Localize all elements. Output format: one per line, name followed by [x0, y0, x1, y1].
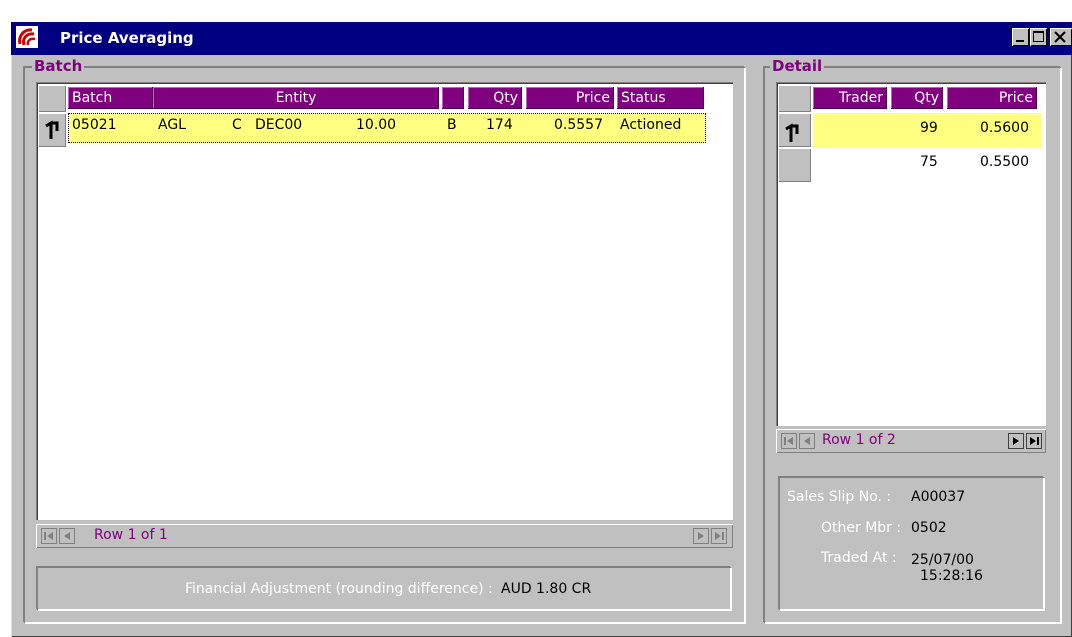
- minimize-icon: [1016, 40, 1024, 42]
- batch-cell-code: AGL: [158, 117, 186, 133]
- detail-record-navigator: Row 1 of 2: [776, 429, 1046, 453]
- detail-col-header-price[interactable]: Price: [947, 87, 1037, 109]
- batch-cell-qty: 174: [486, 117, 513, 133]
- next-record-icon: [1008, 433, 1024, 449]
- detail-cell-price: 0.5500: [980, 154, 1029, 170]
- prev-record-icon: [799, 433, 815, 449]
- batch-col-header-price[interactable]: Price: [526, 87, 614, 109]
- batch-row-selector[interactable]: [38, 113, 66, 147]
- traded-at-label: Traded At :: [821, 550, 897, 566]
- batch-col-header-status[interactable]: Status: [617, 87, 704, 109]
- close-icon: [1054, 31, 1066, 43]
- batch-corner-cell: [38, 85, 66, 112]
- batch-cell-type: C: [232, 117, 242, 133]
- first-record-icon: [41, 528, 57, 544]
- batch-row-indicator: Row 1 of 1: [94, 527, 168, 543]
- close-button[interactable]: [1050, 28, 1072, 46]
- detail-col-header-qty[interactable]: Qty: [891, 87, 943, 109]
- batch-cell-side: B: [447, 117, 457, 133]
- financial-adjustment-panel: Financial Adjustment (rounding differenc…: [37, 567, 731, 610]
- first-record-button[interactable]: [781, 433, 797, 449]
- window-title: Price Averaging: [60, 29, 194, 47]
- last-record-icon: [711, 528, 727, 544]
- detail-row-selector-1[interactable]: [778, 113, 811, 147]
- financial-adjustment-value: AUD 1.80 CR: [501, 581, 592, 597]
- batch-cell-price: 0.5557: [554, 117, 603, 133]
- detail-col-header-trader[interactable]: Trader: [813, 87, 887, 109]
- prev-record-button[interactable]: [59, 528, 75, 544]
- other-mbr-value: 0502: [911, 520, 947, 536]
- prev-record-icon: [59, 528, 75, 544]
- detail-row-selector-2[interactable]: [778, 148, 811, 182]
- sales-slip-value: A00037: [911, 489, 966, 505]
- financial-adjustment-label: Financial Adjustment (rounding differenc…: [185, 581, 493, 597]
- detail-cell-qty: 99: [920, 120, 938, 136]
- detail-legend: Detail: [770, 57, 825, 75]
- sales-slip-label: Sales Slip No. :: [787, 489, 892, 505]
- first-record-icon: [781, 433, 797, 449]
- batch-col-header-batch[interactable]: Batch: [68, 87, 153, 109]
- batch-cell-batch: 05021: [72, 117, 117, 133]
- prev-record-button[interactable]: [799, 433, 815, 449]
- first-record-button[interactable]: [41, 528, 57, 544]
- batch-cell-strike: 10.00: [356, 117, 397, 133]
- current-row-pointer-icon: [45, 120, 59, 139]
- detail-cell-price: 0.5600: [980, 120, 1029, 136]
- next-record-button[interactable]: [1008, 433, 1024, 449]
- batch-grid[interactable]: [36, 82, 733, 520]
- batch-cell-expiry: DEC00: [255, 117, 303, 133]
- batch-legend: Batch: [32, 57, 85, 75]
- minimize-button[interactable]: [1012, 28, 1029, 46]
- batch-record-navigator: Row 1 of 1: [36, 524, 733, 548]
- batch-col-header-qty[interactable]: Qty: [468, 87, 522, 109]
- last-record-button[interactable]: [1026, 433, 1042, 449]
- maximize-icon: [1033, 31, 1044, 42]
- last-record-icon: [1026, 433, 1042, 449]
- current-row-pointer-icon: [785, 123, 799, 142]
- last-record-button[interactable]: [711, 528, 727, 544]
- traded-at-date: 25/07/00: [911, 552, 974, 568]
- maximize-button[interactable]: [1030, 28, 1047, 46]
- app-logo-icon: [16, 26, 38, 48]
- traded-at-time: 15:28:16: [920, 568, 983, 584]
- next-record-icon: [693, 528, 709, 544]
- detail-cell-qty: 75: [920, 154, 938, 170]
- detail-row-indicator: Row 1 of 2: [822, 432, 896, 448]
- batch-col-header-entity[interactable]: Entity: [153, 87, 439, 109]
- other-mbr-label: Other Mbr :: [821, 520, 902, 536]
- detail-corner-cell: [778, 85, 811, 112]
- next-record-button[interactable]: [693, 528, 709, 544]
- batch-cell-status: Actioned: [620, 117, 682, 133]
- trade-info-panel: Sales Slip No. : A00037 Other Mbr : 0502…: [779, 477, 1044, 610]
- batch-col-header-side[interactable]: [442, 87, 464, 109]
